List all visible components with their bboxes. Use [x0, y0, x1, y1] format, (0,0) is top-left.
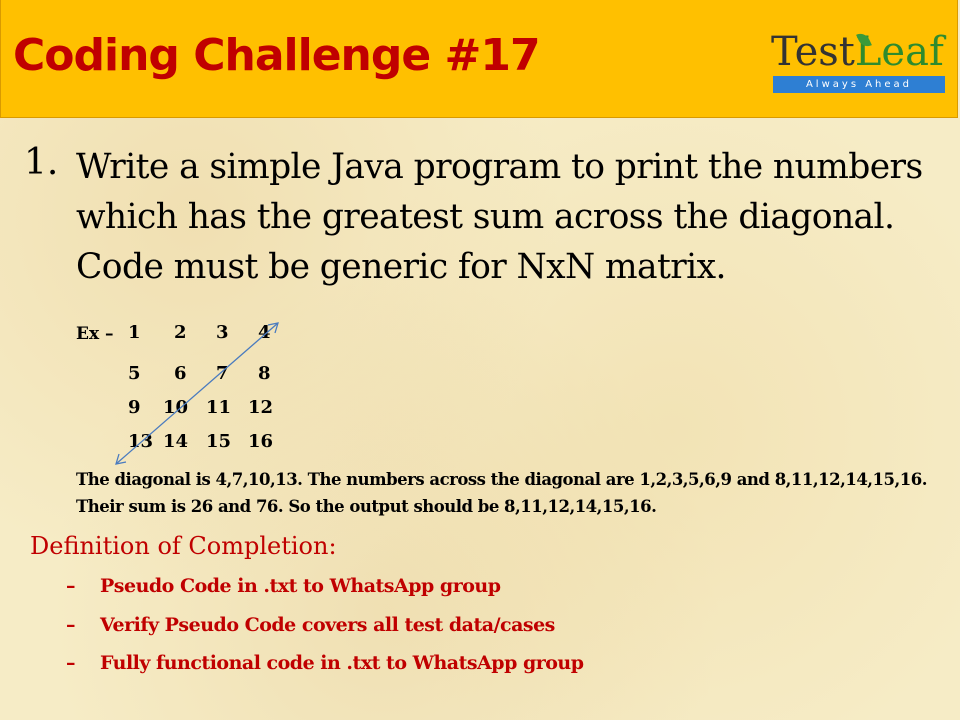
- matrix-cell: 14: [163, 431, 189, 452]
- completion-item: – Pseudo Code in .txt to WhatsApp group: [66, 575, 501, 597]
- testleaf-logo: TestLeaf Always Ahead: [771, 30, 949, 96]
- matrix-cell: 5: [128, 363, 141, 384]
- completion-item-text: Fully functional code in .txt to WhatsAp…: [100, 652, 584, 674]
- matrix-cell: 11: [206, 397, 232, 418]
- problem-number: 1.: [24, 142, 59, 183]
- matrix-cell: 16: [248, 431, 274, 452]
- logo-name-part1: Test: [771, 29, 855, 75]
- completion-item-text: Pseudo Code in .txt to WhatsApp group: [100, 575, 501, 597]
- matrix-cell: 15: [206, 431, 232, 452]
- matrix-cell: 1: [128, 322, 141, 343]
- logo-name-part2: Leaf: [854, 29, 944, 75]
- matrix-cell: 10: [163, 397, 189, 418]
- completion-item: – Fully functional code in .txt to WhatsA…: [66, 652, 584, 674]
- matrix-cell: 6: [174, 363, 187, 384]
- bullet-dash: –: [66, 652, 76, 674]
- title-bar: Coding Challenge #17 TestLeaf Always Ahe…: [0, 0, 958, 118]
- matrix-cell: 4: [258, 322, 271, 343]
- completion-item-text: Verify Pseudo Code covers all test data/…: [100, 614, 555, 636]
- completion-item: – Verify Pseudo Code covers all test data…: [66, 614, 555, 636]
- matrix-cell: 9: [128, 397, 141, 418]
- bullet-dash: –: [66, 614, 76, 636]
- bullet-dash: –: [66, 575, 76, 597]
- matrix-cell: 3: [216, 322, 229, 343]
- logo-tagline: Always Ahead: [773, 76, 945, 93]
- slide-title: Coding Challenge #17: [13, 30, 541, 81]
- matrix-cell: 13: [128, 431, 154, 452]
- matrix-cell: 7: [216, 363, 229, 384]
- problem-statement: Write a simple Java program to print the…: [76, 147, 923, 287]
- arrow-head-bottom: [115, 453, 127, 465]
- matrix-cell: 2: [174, 322, 187, 343]
- example-explanation: The diagonal is 4,7,10,13. The numbers a…: [76, 470, 927, 516]
- example-label: Ex –: [76, 324, 114, 344]
- completion-heading: Definition of Completion:: [30, 532, 337, 560]
- matrix-cell: 8: [258, 363, 271, 384]
- matrix-cell: 12: [248, 397, 274, 418]
